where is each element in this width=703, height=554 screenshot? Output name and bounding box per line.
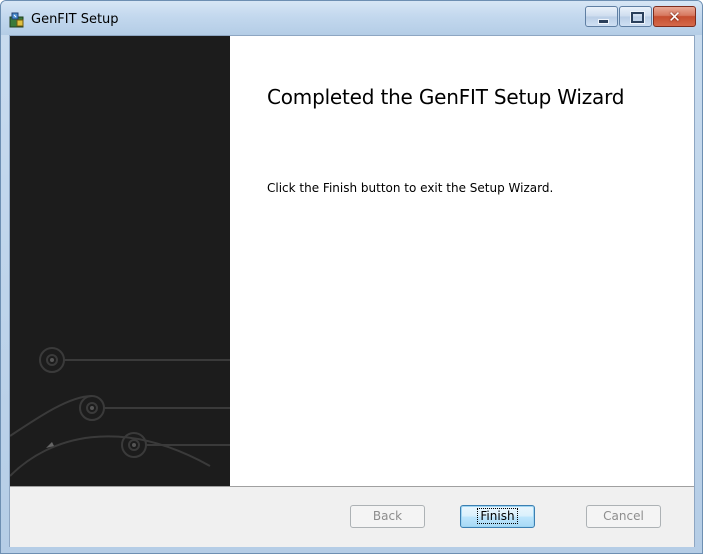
- page-heading: Completed the GenFIT Setup Wizard: [267, 85, 625, 109]
- minimize-button[interactable]: [585, 6, 618, 27]
- finish-button[interactable]: Finish: [460, 505, 535, 528]
- installer-app-icon: [9, 12, 24, 28]
- close-icon: ✕: [668, 7, 681, 26]
- back-button-label: Back: [372, 509, 403, 523]
- setup-window: GenFIT Setup ✕ Completed the GenFIT Setu…: [0, 0, 703, 554]
- maximize-icon: [630, 11, 645, 24]
- wizard-footer: Back Finish Cancel: [10, 486, 694, 547]
- wizard-client-area: Completed the GenFIT Setup Wizard Click …: [9, 35, 695, 547]
- cancel-button[interactable]: Cancel: [586, 505, 661, 528]
- minimize-icon: [598, 19, 609, 24]
- finish-button-label: Finish: [477, 508, 518, 524]
- caption-buttons: ✕: [585, 6, 696, 27]
- circuit-graphic: [10, 347, 230, 477]
- maximize-button[interactable]: [619, 6, 652, 27]
- window-title: GenFIT Setup: [31, 12, 119, 27]
- title-bar[interactable]: GenFIT Setup ✕: [1, 1, 702, 35]
- close-button[interactable]: ✕: [653, 6, 696, 27]
- page-description: Click the Finish button to exit the Setu…: [267, 181, 554, 195]
- wizard-banner-image: [10, 36, 230, 486]
- wizard-content: Completed the GenFIT Setup Wizard Click …: [230, 36, 694, 486]
- back-button[interactable]: Back: [350, 505, 425, 528]
- cancel-button-label: Cancel: [603, 509, 644, 523]
